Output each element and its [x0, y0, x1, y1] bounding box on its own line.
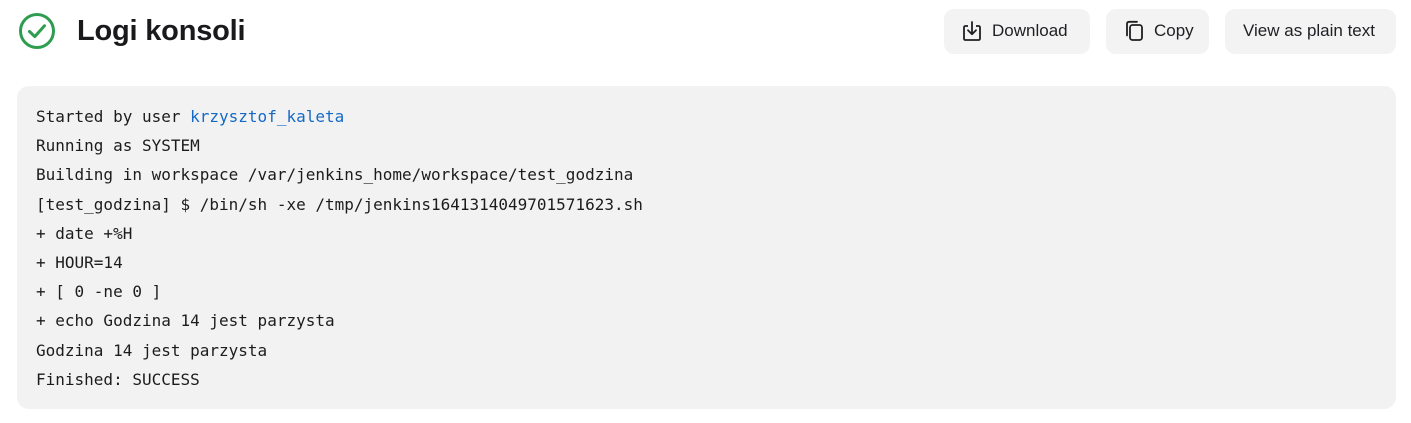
copy-label: Copy	[1154, 21, 1194, 40]
console-line: Godzina 14 jest parzysta	[36, 340, 268, 360]
page-header: Logi konsoli Download Copy View as plain…	[18, 8, 1396, 54]
copy-icon	[1124, 20, 1144, 42]
user-link[interactable]: krzysztof_kaleta	[190, 107, 344, 126]
check-circle-icon	[18, 12, 56, 50]
console-line-started: Started by user krzysztof_kaleta	[36, 102, 1377, 131]
console-line: Building in workspace /var/jenkins_home/…	[36, 165, 634, 185]
download-icon	[962, 20, 982, 42]
download-button[interactable]: Download	[944, 8, 1090, 54]
view-plain-text-label: View as plain text	[1243, 21, 1375, 40]
console-line: + date +%H	[36, 223, 133, 243]
console-output: Started by user krzysztof_kaleta Running…	[17, 86, 1396, 409]
console-line: + HOUR=14	[36, 253, 123, 273]
console-line-finished: Finished: SUCCESS	[36, 369, 200, 389]
console-actions: Download Copy View as plain text	[944, 8, 1396, 54]
console-line: + echo Godzina 14 jest parzysta	[36, 311, 335, 331]
copy-button[interactable]: Copy	[1106, 8, 1209, 54]
view-plain-text-button[interactable]: View as plain text	[1225, 8, 1396, 54]
console-line: [test_godzina] $ /bin/sh -xe /tmp/jenkin…	[36, 194, 643, 214]
started-by-text: Started by user	[36, 107, 191, 126]
console-line: + [ 0 -ne 0 ]	[36, 282, 162, 302]
page-title: Logi konsoli	[77, 14, 246, 47]
download-label: Download	[992, 21, 1068, 40]
console-line: Running as SYSTEM	[36, 136, 200, 156]
